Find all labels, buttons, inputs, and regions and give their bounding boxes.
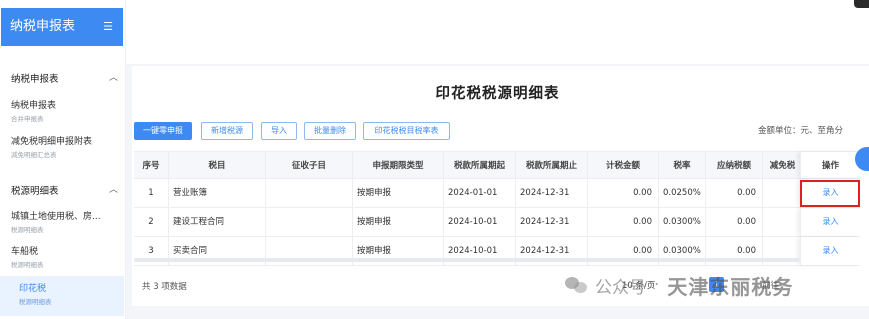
enter-link[interactable]: 录入 <box>823 246 839 255</box>
cell-taxable-amount: 0.00 <box>587 208 658 236</box>
sidebar-item-sublabel: 税源明细表 <box>11 226 44 234</box>
zero-declaration-button[interactable]: 一键零申报 <box>134 122 192 140</box>
watermark: 公众号 · 天津东丽税务 <box>565 268 793 302</box>
tax-source-table: 序号 税目 征收子目 申报期限类型 税款所属期起 税款所属期止 计税金额 税率 … <box>134 151 860 266</box>
cell-no: 1 <box>148 188 154 198</box>
column-header-rate: 税率 <box>658 152 705 178</box>
column-header-period-type: 申报期限类型 <box>352 152 443 178</box>
column-header-payable: 应纳税额 <box>705 152 762 178</box>
cell-rate: 0.0250% <box>658 179 705 207</box>
column-header-period-start: 税款所属期起 <box>443 152 515 178</box>
add-tax-source-button[interactable]: 新增税源 <box>201 122 253 140</box>
cell-taxable-amount: 0.00 <box>587 179 658 207</box>
sidebar-item-label: 印花税 <box>19 284 47 294</box>
cell-sub-item <box>265 208 352 236</box>
cell-exemption <box>762 208 802 236</box>
sidebar-item-label: 车船税 <box>11 247 39 257</box>
sidebar-item-vehicle-tax[interactable]: 车船税 税源明细表 <box>11 244 121 269</box>
column-header-exemption: 减免税 <box>762 152 802 178</box>
highlight-box <box>800 180 860 207</box>
import-button[interactable]: 导入 <box>261 122 297 140</box>
cell-period-type: 按期申报 <box>352 179 443 207</box>
cell-period-start: 2024-01-01 <box>443 179 515 207</box>
chevron-up-icon[interactable]: ︿ <box>109 182 118 195</box>
watermark-dot: · <box>654 275 660 295</box>
sidebar-item-declaration-form[interactable]: 纳税申报表 合并申报表 <box>11 98 121 123</box>
amount-unit-note: 金额单位：元、至角分 <box>758 124 843 136</box>
window-corner <box>854 0 869 8</box>
app-title: 纳税申报表 <box>10 19 76 34</box>
cell-period-end: 2024-12-31 <box>515 179 587 207</box>
sidebar-group-title-declaration[interactable]: 纳税申报表 <box>11 71 59 85</box>
cell-period-start: 2024-10-01 <box>443 208 515 236</box>
cell-rate: 0.0300% <box>658 208 705 236</box>
sidebar-item-sublabel: 税源明细表 <box>19 298 52 306</box>
table-header-row: 序号 税目 征收子目 申报期限类型 税款所属期起 税款所属期止 计税金额 税率 … <box>134 151 860 179</box>
cell-action: 录入 <box>800 237 860 265</box>
table-row: 1 营业账簿 按期申报 2024-01-01 2024-12-31 0.00 0… <box>134 179 860 208</box>
batch-delete-button[interactable]: 批量删除 <box>304 122 356 140</box>
sidebar-group-title-tax-source[interactable]: 税源明细表 <box>11 183 59 197</box>
tax-rate-table-button[interactable]: 印花税税目税率表 <box>363 122 450 140</box>
top-bar <box>126 0 869 64</box>
wechat-icon <box>565 275 589 295</box>
column-header-taxable-amount: 计税金额 <box>587 152 658 178</box>
page-title: 印花税税源明细表 <box>435 86 560 102</box>
sidebar: 纳税申报表 ☰ 纳税申报表 ︿ 纳税申报表 合并申报表 减免税明细申报附表 减免… <box>0 0 126 319</box>
cell-item: 建设工程合同 <box>168 208 265 236</box>
sidebar-item-sublabel: 减免明细汇总表 <box>11 151 57 159</box>
total-count: 共 3 项数据 <box>142 282 187 292</box>
column-header-period-end: 税款所属期止 <box>515 152 587 178</box>
cell-period-end: 2024-12-31 <box>515 208 587 236</box>
cell-payable: 0.00 <box>705 179 762 207</box>
watermark-account: 天津东丽税务 <box>667 274 794 299</box>
cell-sub-item <box>265 179 352 207</box>
watermark-prefix: 公众号 <box>595 277 646 298</box>
sidebar-item-sublabel: 税源明细表 <box>11 261 44 269</box>
sidebar-item-exemption-schedule[interactable]: 减免税明细申报附表 减免明细汇总表 <box>11 134 121 159</box>
cell-exemption <box>762 179 802 207</box>
column-header-no: 序号 <box>142 161 160 171</box>
sidebar-item-sublabel: 合并申报表 <box>11 115 44 123</box>
chevron-up-icon[interactable]: ︿ <box>109 70 118 83</box>
sidebar-item-land-use-tax[interactable]: 城镇土地使用税、房... 税源明细表 <box>11 209 121 234</box>
unit-value: 元、至角分 <box>800 126 843 136</box>
cell-action: 录入 <box>800 208 860 236</box>
cell-period-type: 按期申报 <box>352 208 443 236</box>
app-title-bar: 纳税申报表 ☰ <box>1 8 123 46</box>
column-header-item: 税目 <box>168 152 265 178</box>
cell-payable: 0.00 <box>705 208 762 236</box>
unit-label: 金额单位： <box>757 126 801 136</box>
menu-icon[interactable]: ☰ <box>103 8 113 46</box>
cell-item: 营业账簿 <box>168 179 265 207</box>
horizontal-scrollbar[interactable] <box>134 258 800 262</box>
column-header-sub-item: 征收子目 <box>265 152 352 178</box>
column-header-action: 操作 <box>800 152 860 178</box>
enter-link[interactable]: 录入 <box>823 217 839 226</box>
table-row: 2 建设工程合同 按期申报 2024-10-01 2024-12-31 0.00… <box>134 208 860 237</box>
cell-no: 2 <box>148 217 154 227</box>
sidebar-item-label: 城镇土地使用税、房... <box>11 212 101 222</box>
sidebar-item-label: 纳税申报表 <box>11 101 57 111</box>
sidebar-item-label: 减免税明细申报附表 <box>11 137 93 147</box>
sidebar-item-stamp-tax[interactable]: 印花税 税源明细表 <box>0 276 124 316</box>
